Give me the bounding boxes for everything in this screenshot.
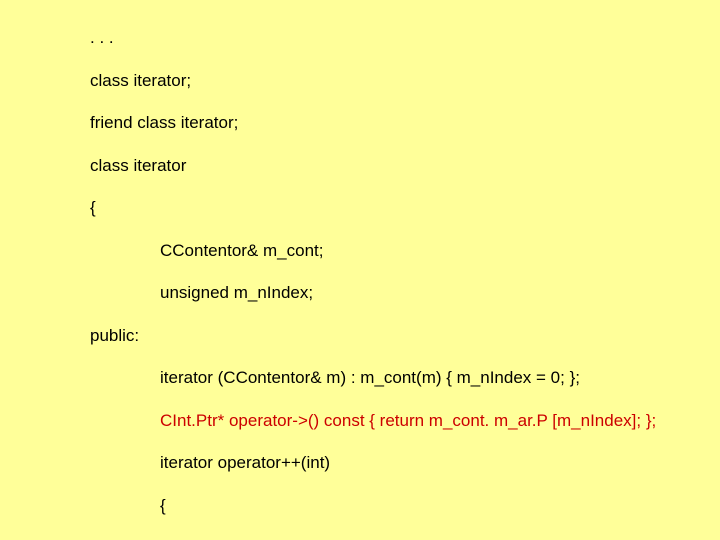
code-block: . . . class iterator; friend class itera… <box>10 6 710 540</box>
code-line: CContentor& m_cont; <box>10 240 710 261</box>
code-line: public: <box>10 325 710 346</box>
code-line-highlighted: CInt.Ptr* operator->() const { return m_… <box>10 410 710 431</box>
code-line: iterator operator++(int) <box>10 452 710 473</box>
code-line: unsigned m_nIndex; <box>10 282 710 303</box>
code-line: { <box>10 197 710 218</box>
code-line: class iterator; <box>10 70 710 91</box>
code-line: class iterator <box>10 155 710 176</box>
code-line: friend class iterator; <box>10 112 710 133</box>
code-line: { <box>10 495 710 516</box>
code-line: iterator (CContentor& m) : m_cont(m) { m… <box>10 367 710 388</box>
code-line: . . . <box>10 27 710 48</box>
